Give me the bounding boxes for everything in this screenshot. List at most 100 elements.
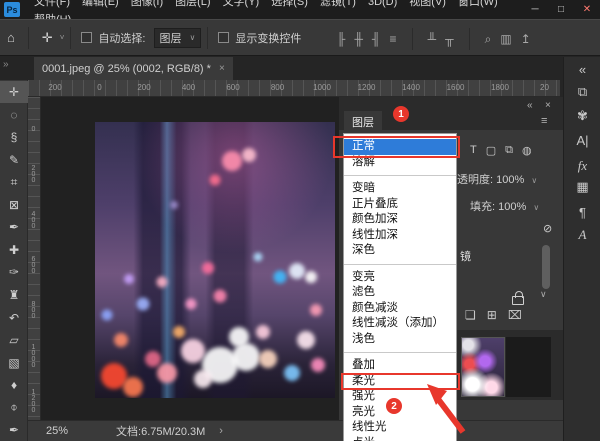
blend-mode-option[interactable]: 溶解 xyxy=(344,155,456,171)
group-button[interactable]: ❏ xyxy=(465,308,476,322)
panel-close-icon[interactable]: × xyxy=(545,100,551,111)
blend-mode-option[interactable]: 正片叠底 xyxy=(344,197,456,213)
align-icons-group: ╟ ╫ ╢ ≡ ╨ ╥ ⌕ ▥ ↥ xyxy=(337,28,531,50)
panel-menu-icon[interactable]: ≡ xyxy=(541,115,547,127)
search-icon[interactable]: ⌕ xyxy=(485,32,492,47)
blend-mode-option[interactable]: 叠加 xyxy=(344,358,456,374)
ruler-tick-label: 600 xyxy=(30,255,37,274)
filter-shape-icon[interactable]: ▢ xyxy=(486,144,496,157)
fill-field[interactable]: 填充: 100% ∨ xyxy=(470,198,539,214)
ruler-tick-label: 1200 xyxy=(30,388,37,413)
dodge-tool-icon[interactable]: ⌽ xyxy=(0,397,28,419)
workspace-icon[interactable]: ▥ xyxy=(500,32,511,46)
menu-item[interactable]: 3D(D) xyxy=(362,0,403,8)
distribute-icon[interactable]: ≡ xyxy=(390,32,397,46)
maximize-button[interactable]: □ xyxy=(548,4,574,15)
menu-item[interactable]: 视图(V) xyxy=(403,0,452,8)
character-icon[interactable]: A| xyxy=(564,133,600,148)
clip-icon[interactable]: ⊘ xyxy=(543,222,552,235)
panel-collapse-icon[interactable]: « xyxy=(527,100,533,111)
filter-adjustment-icon[interactable]: ◍ xyxy=(522,144,532,157)
smart-filter-label: 镜 xyxy=(460,251,471,263)
blend-mode-option[interactable]: 正常 xyxy=(333,136,460,157)
chevron-down-icon[interactable]: ∨ xyxy=(540,289,547,300)
distribute-vertical-icon[interactable]: ╥ xyxy=(445,32,454,46)
libraries-icon[interactable]: ▦ xyxy=(564,179,600,195)
effects-icon[interactable]: fx xyxy=(564,158,600,174)
close-button[interactable]: ✕ xyxy=(574,4,600,15)
toolbar-overflow-icon[interactable]: » xyxy=(3,59,9,70)
show-transform-checkbox[interactable] xyxy=(218,32,230,43)
delete-layer-button[interactable]: ⌧ xyxy=(508,308,522,322)
menu-item[interactable]: 编辑(E) xyxy=(76,0,125,8)
menu-item[interactable]: 图层(L) xyxy=(169,0,216,8)
align-right-icon[interactable]: ╢ xyxy=(372,32,381,46)
blend-mode-option[interactable]: 线性光 xyxy=(344,420,456,436)
filter-type-icon[interactable]: T xyxy=(470,144,477,157)
blend-mode-option[interactable]: 变亮 xyxy=(344,270,456,286)
document-tab[interactable]: 0001.jpeg @ 25% (0002, RGB/8) * × xyxy=(34,57,233,80)
blend-mode-option[interactable]: 浅色 xyxy=(344,332,456,348)
blend-mode-option[interactable]: 滤色 xyxy=(344,285,456,301)
bokeh-light xyxy=(156,276,168,288)
frame-tool-icon[interactable]: ⊠ xyxy=(0,194,28,216)
status-arrow-icon[interactable]: › xyxy=(219,425,223,437)
blend-mode-option[interactable]: 线性加深 xyxy=(344,228,456,244)
eraser-tool-icon[interactable]: ▱ xyxy=(0,329,28,351)
auto-select-dropdown[interactable]: 图层 ∨ xyxy=(153,27,202,48)
opacity-field[interactable]: 透明度: 100% ∨ xyxy=(457,171,537,187)
history-brush-tool-icon[interactable]: ↶ xyxy=(0,307,28,329)
align-top-icon[interactable]: ╨ xyxy=(428,32,437,46)
color-icon[interactable]: ✾ xyxy=(564,108,600,124)
crop-tool-icon[interactable]: ⌗ xyxy=(0,171,28,193)
ruler-tick-label: 200 xyxy=(48,83,62,92)
ruler-tick-label: 1800 xyxy=(491,83,509,92)
new-layer-button[interactable]: ⊞ xyxy=(487,308,497,322)
blend-mode-option[interactable]: 点光 xyxy=(344,436,456,441)
menu-item[interactable]: 窗口(W) xyxy=(452,0,504,8)
paragraph-icon[interactable]: ¶ xyxy=(564,205,600,220)
blend-mode-option[interactable]: 柔光 xyxy=(341,372,460,390)
collapse-panels-icon[interactable]: « xyxy=(564,62,600,77)
lasso-tool-icon[interactable]: § xyxy=(0,126,28,148)
glyphs-icon[interactable]: A xyxy=(564,227,600,243)
menu-item[interactable]: 文件(F) xyxy=(28,0,76,8)
eyedropper-tool-icon[interactable]: ✒ xyxy=(0,216,28,238)
tab-close-icon[interactable]: × xyxy=(219,63,225,74)
align-center-icon[interactable]: ╫ xyxy=(355,32,364,46)
healing-brush-tool-icon[interactable]: ✚ xyxy=(0,239,28,261)
panel-scrollbar[interactable] xyxy=(542,245,550,289)
zoom-level-field[interactable]: 25% xyxy=(46,425,68,437)
layer-thumbnail[interactable] xyxy=(461,337,505,397)
move-tool-icon[interactable]: ✛ xyxy=(35,30,60,46)
menu-item[interactable]: 文字(Y) xyxy=(217,0,266,8)
pen-tool-icon[interactable]: ✒ xyxy=(0,419,28,441)
layers-panel-tab[interactable]: 图层 xyxy=(344,111,382,130)
quick-selection-tool-icon[interactable]: ✎ xyxy=(0,149,28,171)
swatches-icon[interactable]: ⧉ xyxy=(564,84,600,100)
blend-mode-option[interactable]: 颜色加深 xyxy=(344,212,456,228)
blend-mode-option[interactable]: 变暗 xyxy=(344,181,456,197)
filter-smart-object-icon[interactable]: ⧉ xyxy=(505,144,513,157)
auto-select-checkbox[interactable] xyxy=(81,32,93,43)
menu-item[interactable]: 图像(I) xyxy=(125,0,169,8)
layer-row-background xyxy=(506,337,551,397)
blend-mode-option[interactable]: 颜色减淡 xyxy=(344,301,456,317)
align-left-icon[interactable]: ╟ xyxy=(337,32,346,46)
menu-item[interactable]: 滤镜(T) xyxy=(314,0,362,8)
blend-mode-option[interactable]: 线性减淡（添加） xyxy=(344,316,456,332)
move-tool-chevron-icon[interactable]: ˅ xyxy=(60,33,65,42)
marquee-tool-icon[interactable]: ◌ xyxy=(0,104,28,126)
clone-stamp-tool-icon[interactable]: ♜ xyxy=(0,284,28,306)
move-tool-icon[interactable]: ✛ xyxy=(0,81,28,103)
opacity-label: 透明度: xyxy=(457,174,494,186)
minimize-button[interactable]: ─ xyxy=(522,4,548,15)
share-icon[interactable]: ↥ xyxy=(521,32,531,46)
blur-tool-icon[interactable]: ♦ xyxy=(0,374,28,396)
menu-item[interactable]: 选择(S) xyxy=(265,0,314,8)
brush-tool-icon[interactable]: ✑ xyxy=(0,261,28,283)
gradient-tool-icon[interactable]: ▧ xyxy=(0,352,28,374)
home-icon[interactable]: ⌂ xyxy=(0,30,22,45)
blend-mode-option[interactable]: 深色 xyxy=(344,243,456,259)
lock-icon[interactable] xyxy=(512,291,524,305)
